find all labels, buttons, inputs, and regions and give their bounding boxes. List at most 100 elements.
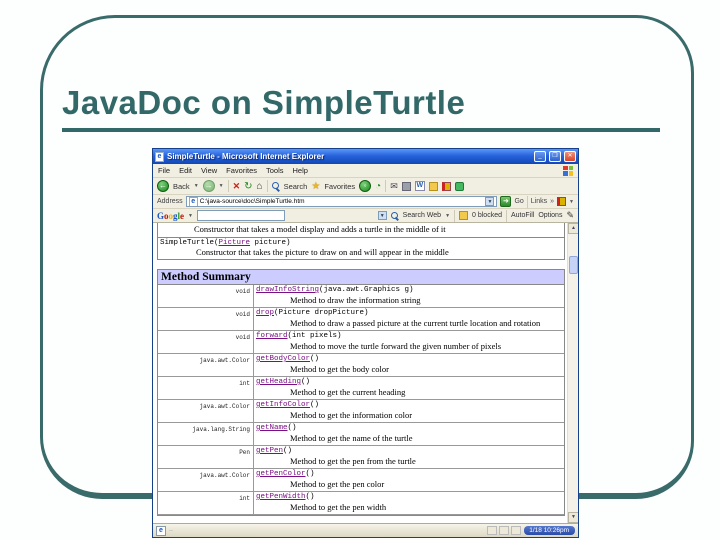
minimize-button[interactable]: _ [534, 151, 546, 162]
blocked-label[interactable]: 0 blocked [472, 212, 502, 219]
links-label[interactable]: Links [531, 198, 547, 205]
search-label[interactable]: Search [284, 182, 308, 191]
method-cell: getInfoColor() Method to get the informa… [254, 400, 564, 422]
search-web-dropdown-icon[interactable]: ▼ [445, 213, 450, 219]
method-return-type: int [158, 492, 254, 514]
method-desc: Method to get the pen color [290, 479, 385, 489]
address-divider [526, 195, 528, 208]
address-dropdown-icon[interactable]: ▼ [485, 197, 495, 206]
favorites-icon[interactable]: ★ [311, 181, 320, 192]
favorites-label[interactable]: Favorites [324, 182, 355, 191]
method-link[interactable]: getInfoColor [256, 401, 310, 409]
refresh-icon[interactable]: ↻ [244, 181, 252, 192]
back-icon[interactable]: ← [157, 180, 169, 192]
tray-button[interactable] [487, 526, 498, 535]
method-desc: Method to get the body color [290, 364, 389, 374]
norton-antivirus-icon[interactable] [441, 181, 451, 191]
picture-class-link[interactable]: Picture [219, 239, 251, 247]
method-link[interactable]: getBodyColor [256, 355, 310, 363]
method-link[interactable]: getName [256, 424, 288, 432]
method-return-type: void [158, 285, 254, 307]
slide-title: JavaDoc on SimpleTurtle [62, 84, 466, 121]
norton-dropdown-icon[interactable]: ▼ [569, 199, 574, 205]
google-search-input[interactable] [196, 210, 285, 221]
method-link[interactable]: getPenWidth [256, 493, 306, 501]
tray-button[interactable] [499, 526, 510, 535]
menu-tools[interactable]: Tools [266, 166, 284, 175]
method-link[interactable]: getHeading [256, 378, 301, 386]
menu-edit[interactable]: Edit [179, 166, 192, 175]
menu-help[interactable]: Help [293, 166, 308, 175]
forward-icon[interactable]: → [202, 180, 215, 192]
address-input[interactable]: e C:\java-source\doc\SimpleTurtle.htm ▼ [185, 196, 498, 207]
home-icon[interactable]: ⌂ [257, 181, 263, 192]
go-label[interactable]: Go [514, 198, 523, 205]
method-row: Pen getPen() Method to get the pen from … [158, 446, 564, 469]
windows-logo-icon [563, 165, 573, 176]
close-button[interactable]: ✕ [564, 151, 576, 162]
method-row: java.awt.Color getPenColor() Method to g… [158, 469, 564, 492]
method-return-type: java.lang.String [158, 423, 254, 445]
method-row: void forward(int pixels) Method to move … [158, 331, 564, 354]
method-params: () [301, 378, 311, 386]
stop-icon[interactable]: ✕ [233, 181, 241, 192]
go-icon[interactable]: ➜ [500, 196, 512, 207]
method-link[interactable]: getPen [256, 447, 283, 455]
norton-toolbar-icon[interactable] [557, 197, 567, 206]
google-dropdown-icon[interactable]: ▼ [188, 213, 193, 219]
menu-favorites[interactable]: Favorites [226, 166, 257, 175]
options-label[interactable]: Options [538, 212, 562, 219]
menu-file[interactable]: File [158, 166, 170, 175]
back-dropdown-icon[interactable]: ▼ [194, 183, 199, 189]
method-desc: Method to move the turtle forward the gi… [290, 341, 502, 351]
method-return-type: Pen [158, 446, 254, 468]
taskbar-ie-icon[interactable]: e [156, 525, 166, 536]
discuss-icon[interactable] [428, 181, 438, 191]
taskbar-clock: 1/18 10:26pm [524, 526, 575, 535]
forward-dropdown-icon[interactable]: ▼ [219, 183, 224, 189]
method-cell: drop(Picture dropPicture) Method to draw… [254, 308, 564, 330]
messenger-icon[interactable] [454, 181, 464, 191]
google-search-icon [390, 211, 399, 220]
back-label[interactable]: Back [173, 182, 190, 191]
address-bar: Address e C:\java-source\doc\SimpleTurtl… [153, 195, 578, 209]
edit-icon[interactable]: W [414, 181, 425, 191]
constructor-desc: Constructor that takes the picture to dr… [196, 247, 449, 257]
method-summary-table: Method Summary void drawInfoString(java.… [157, 269, 565, 516]
links-chevron-icon[interactable]: » [550, 198, 554, 205]
browser-titlebar[interactable]: e SimpleTurtle - Microsoft Internet Expl… [153, 149, 578, 164]
media-icon[interactable]: ◦ [359, 180, 372, 192]
highlight-pen-icon[interactable]: ✎ [566, 210, 574, 221]
scrollbar-thumb[interactable] [569, 256, 578, 274]
scroll-up-icon[interactable]: ▲ [568, 223, 578, 234]
menu-view[interactable]: View [201, 166, 217, 175]
autofill-label[interactable]: AutoFill [511, 212, 534, 219]
google-logo[interactable]: Google [157, 211, 184, 221]
google-search-dropdown-icon[interactable]: ▼ [377, 211, 387, 220]
method-row: void drop(Picture dropPicture) Method to… [158, 308, 564, 331]
mail-icon[interactable]: ✉ [390, 181, 398, 192]
print-icon[interactable] [401, 181, 411, 191]
method-signature: getPenColor() [256, 470, 562, 478]
history-icon[interactable]: ◔ [375, 181, 381, 192]
method-signature: getPenWidth() [256, 493, 562, 501]
method-link[interactable]: getPenColor [256, 470, 306, 478]
constructor-summary-table: Constructor that takes a model display a… [157, 223, 565, 260]
button-toolbar: ← Back ▼ → ▼ ✕ ↻ ⌂ Search ★ Favorites ◦ … [153, 178, 578, 195]
vertical-scrollbar[interactable]: ▲ ▼ [567, 223, 578, 523]
scroll-down-icon[interactable]: ▼ [568, 512, 578, 523]
method-desc: Method to draw a passed picture at the c… [290, 318, 541, 328]
search-web-label[interactable]: Search Web [403, 212, 441, 219]
search-icon[interactable] [271, 182, 280, 190]
javadoc-page: Constructor that takes a model display a… [157, 223, 565, 523]
method-row: java.awt.Color getBodyColor() Method to … [158, 354, 564, 377]
method-link[interactable]: drawInfoString [256, 286, 319, 294]
method-link[interactable]: drop [256, 309, 274, 317]
method-link[interactable]: forward [256, 332, 288, 340]
method-params: (java.awt.Graphics g) [319, 286, 414, 294]
method-desc: Method to get the pen from the turtle [290, 456, 416, 466]
pagerank-icon[interactable] [459, 211, 469, 220]
maximize-button[interactable]: ❐ [549, 151, 561, 162]
window-title: SimpleTurtle - Microsoft Internet Explor… [167, 152, 325, 161]
tray-button[interactable] [511, 526, 522, 535]
